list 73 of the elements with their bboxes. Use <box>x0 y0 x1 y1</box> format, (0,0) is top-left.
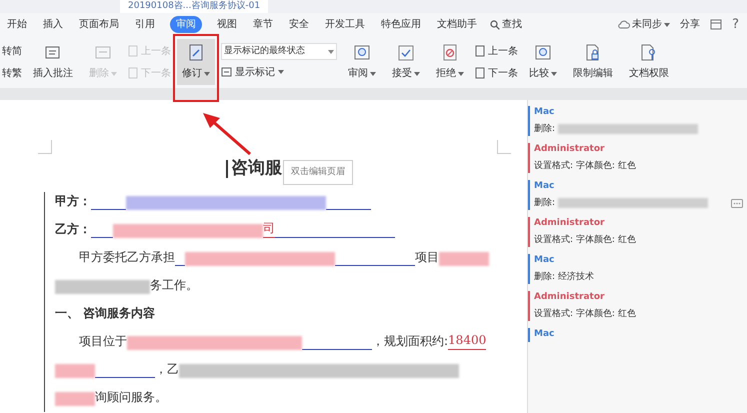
caret-icon <box>664 22 670 26</box>
ribbon-button[interactable]: 转简 <box>2 41 22 61</box>
highlight-frame <box>173 34 219 102</box>
window-icon[interactable] <box>710 19 722 30</box>
menu-tab[interactable]: 开发工具 <box>324 17 366 32</box>
document-title: 咨询服 <box>231 157 282 180</box>
revision-text: 删除: <box>534 122 556 136</box>
revision-author: Administrator <box>534 217 606 230</box>
revision-text: 删除: <box>534 196 556 210</box>
document-icon <box>475 67 485 79</box>
menu-tab[interactable]: 特色应用 <box>380 17 422 32</box>
menu-tab[interactable]: 页面布局 <box>78 17 120 32</box>
revision-text: 设置格式: 字体颜色: 红色 <box>534 234 636 246</box>
document-icon <box>128 67 138 79</box>
menu-tab[interactable]: 文档助手 <box>436 17 478 32</box>
body-text: ，乙 <box>155 360 179 378</box>
document-icon <box>475 45 485 57</box>
annotation-arrow <box>203 113 251 156</box>
ribbon-button[interactable]: 修订 <box>177 39 215 85</box>
inserted-text: 司 <box>263 218 275 238</box>
menu-tab[interactable]: 视图 <box>216 17 238 32</box>
body-text: 项目 <box>415 248 439 266</box>
cloud-icon <box>618 20 630 29</box>
ribbon-button[interactable]: 比较 <box>524 39 562 85</box>
ribbon-button[interactable]: 转繁 <box>2 63 22 83</box>
document-icon <box>128 45 138 57</box>
ribbon-button[interactable]: 下一条 <box>475 63 518 83</box>
body-text: 甲方： <box>55 192 91 210</box>
check-icon <box>396 43 416 63</box>
revision-author: Mac <box>534 254 556 267</box>
menu-tab[interactable]: 审阅 <box>170 16 202 33</box>
revision-author: Mac <box>534 106 556 119</box>
revision-text: 删除: 经济技术 <box>534 270 594 284</box>
text-cursor <box>226 160 228 178</box>
document-tab[interactable]: 20190108咨...咨询服务协议-01 <box>120 0 268 13</box>
ribbon-button[interactable]: 限制编辑 <box>568 39 618 85</box>
menu-tab[interactable]: 安全 <box>288 17 310 32</box>
ribbon-button[interactable]: 拒绝 <box>431 39 469 85</box>
revision-author: Administrator <box>534 291 606 304</box>
share-button[interactable]: 分享 <box>680 17 700 32</box>
ribbon-button[interactable]: 接受 <box>387 39 425 85</box>
search-icon <box>490 20 500 30</box>
inserted-text: 18400 <box>448 330 486 350</box>
body-text: ，规划面积约: <box>372 332 448 350</box>
ribbon-button[interactable]: 审阅 <box>343 39 381 85</box>
sync-button[interactable]: 未同步 <box>618 17 670 32</box>
revision-text: 设置格式: 字体颜色: 红色 <box>534 308 636 320</box>
tooltip: 双击编辑页眉 <box>283 160 353 185</box>
revision-author: Mac <box>534 328 556 341</box>
caret-icon <box>328 50 334 54</box>
markup-dropdown[interactable]: 显示标记的最终状态 <box>221 43 337 60</box>
ribbon-button[interactable]: 上一条 <box>475 41 518 61</box>
body-text: 询顾问服务。 <box>95 388 167 406</box>
menu-tab[interactable]: 开始 <box>6 17 28 32</box>
body-text: 项目位于 <box>79 332 127 350</box>
revision-author: Mac <box>534 180 556 193</box>
body-text: 乙方： <box>55 220 91 238</box>
revision-text: 设置格式: 字体颜色: 红色 <box>534 160 636 172</box>
help-button[interactable]: ? <box>732 14 739 34</box>
menu-tab[interactable]: 章节 <box>252 17 274 32</box>
body-text: 一、 咨询服务内容 <box>55 304 156 322</box>
caret-icon <box>278 70 284 74</box>
revision-author: Administrator <box>534 143 606 156</box>
markup-icon <box>221 67 232 77</box>
show-markup-button[interactable]: 显示标记 <box>221 63 337 81</box>
ribbon-button[interactable]: 文档权限 <box>624 39 674 85</box>
menu-tab[interactable]: 引用 <box>134 17 156 32</box>
menu-tab[interactable]: 插入 <box>42 17 64 32</box>
search-button[interactable]: 查找 <box>490 17 522 32</box>
body-text: 甲方委托乙方承担 <box>79 248 175 266</box>
body-text: 务工作。 <box>150 276 198 294</box>
ribbon-button[interactable]: 插入批注 <box>28 39 78 85</box>
more-icon[interactable] <box>731 198 743 208</box>
